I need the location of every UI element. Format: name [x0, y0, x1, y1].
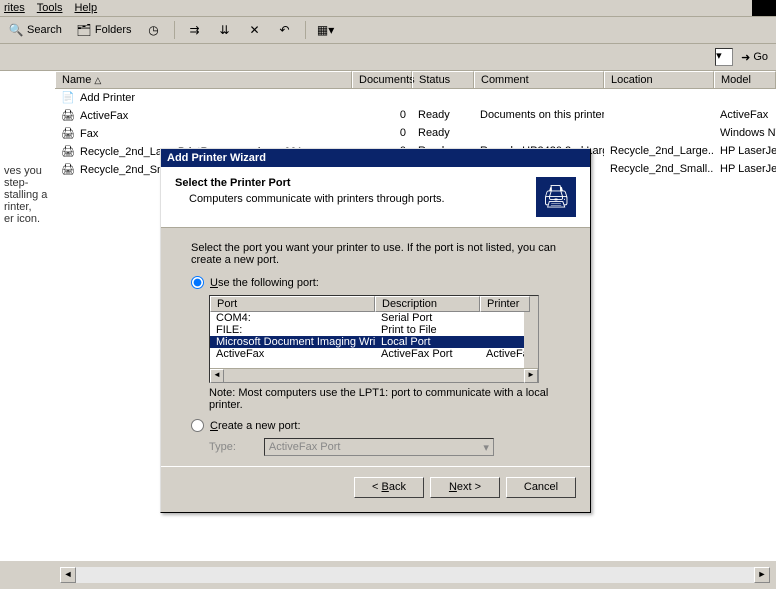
- list-item[interactable]: 🖨Fax0ReadyWindows NT: [55, 125, 776, 143]
- type-label: Type:: [209, 441, 236, 453]
- port-note: Note: Most computers use the LPT1: port …: [209, 387, 560, 411]
- port-table-body[interactable]: COM4:Serial PortFILE:Print to FileMicros…: [210, 312, 538, 368]
- window-logo: [752, 0, 776, 16]
- radio-create-port-label: Create a new port:: [210, 420, 301, 432]
- add-printer-wizard-dialog: Add Printer Wizard Select the Printer Po…: [160, 148, 591, 513]
- printer-icon: 🖨: [61, 145, 77, 159]
- printer-icon: 🖨: [61, 109, 77, 123]
- help-text: stalling a: [4, 189, 51, 201]
- copyto-button[interactable]: ⇊: [213, 20, 237, 40]
- port-row[interactable]: ActiveFaxActiveFax PortActiveFa: [210, 348, 538, 360]
- scroll-left-icon[interactable]: ◄: [210, 369, 224, 383]
- moveto-icon: ⇉: [187, 22, 203, 38]
- port-hscroll[interactable]: ◄ ►: [210, 368, 538, 382]
- menu-bar: rites Tools Help: [0, 0, 776, 17]
- col-status[interactable]: Status: [412, 71, 474, 88]
- separator: [174, 21, 175, 39]
- col-comment[interactable]: Comment: [474, 71, 604, 88]
- radio-use-port-label: Use the following port:: [210, 277, 319, 289]
- cancel-button[interactable]: Cancel: [506, 477, 576, 498]
- port-row[interactable]: Microsoft Document Imaging Writer ...Loc…: [210, 336, 538, 348]
- dialog-body: Select the port you want your printer to…: [161, 228, 590, 466]
- left-panel: ves you step- stalling a rinter, er icon…: [0, 71, 55, 561]
- history-icon: ◷: [146, 22, 162, 38]
- next-button[interactable]: Next >: [430, 477, 500, 498]
- printer-icon: 🖨: [61, 163, 77, 177]
- list-item[interactable]: 📄Add Printer: [55, 89, 776, 107]
- separator: [305, 21, 306, 39]
- menu-favorites[interactable]: rites: [4, 2, 25, 14]
- radio-use-port-input[interactable]: [191, 276, 204, 289]
- back-button[interactable]: < Back: [354, 477, 424, 498]
- port-col-description[interactable]: Description: [375, 296, 480, 312]
- dialog-footer: < Back Next > Cancel: [161, 466, 590, 512]
- address-bar: ▾ ➜ Go: [0, 44, 776, 71]
- radio-create-port[interactable]: Create a new port:: [191, 419, 560, 432]
- type-value: ActiveFax Port: [269, 441, 341, 453]
- dialog-title-bar[interactable]: Add Printer Wizard: [161, 149, 590, 167]
- dialog-subheading: Computers communicate with printers thro…: [189, 193, 445, 205]
- undo-icon: ↶: [277, 22, 293, 38]
- search-label: Search: [27, 24, 62, 36]
- delete-button[interactable]: ✕: [243, 20, 267, 40]
- dialog-heading: Select the Printer Port: [175, 177, 445, 189]
- port-col-port[interactable]: Port: [210, 296, 375, 312]
- help-text: er icon.: [4, 213, 51, 225]
- folders-label: Folders: [95, 24, 132, 36]
- port-table: Port Description Printer COM4:Serial Por…: [209, 295, 539, 383]
- help-text: rinter,: [4, 201, 51, 213]
- port-row[interactable]: COM4:Serial Port: [210, 312, 538, 324]
- help-text: ves you step-: [4, 165, 51, 189]
- col-documents[interactable]: Documents: [352, 71, 412, 88]
- port-row[interactable]: FILE:Print to File: [210, 324, 538, 336]
- dropdown-icon: ▾: [483, 441, 489, 454]
- undo-button[interactable]: ↶: [273, 20, 297, 40]
- list-header: Name △ Documents Status Comment Location…: [55, 71, 776, 89]
- col-model[interactable]: Model: [714, 71, 776, 88]
- horizontal-scrollbar[interactable]: ◄ ►: [60, 567, 770, 583]
- radio-use-port[interactable]: Use the following port:: [191, 276, 560, 289]
- port-type-select: ActiveFax Port ▾: [264, 438, 494, 456]
- menu-tools[interactable]: Tools: [37, 2, 63, 14]
- search-button[interactable]: 🔍 Search: [4, 20, 66, 40]
- scroll-track[interactable]: [76, 567, 754, 583]
- port-type-row: Type: ActiveFax Port ▾: [209, 438, 560, 456]
- printer-icon: 📄: [61, 91, 77, 105]
- dialog-header: Select the Printer Port Computers commun…: [161, 167, 590, 228]
- port-col-printer[interactable]: Printer: [480, 296, 530, 312]
- port-vscroll[interactable]: [524, 312, 538, 368]
- dialog-instruction: Select the port you want your printer to…: [191, 242, 560, 266]
- list-item[interactable]: 🖨ActiveFax0ReadyDocuments on this printe…: [55, 107, 776, 125]
- col-name[interactable]: Name △: [55, 71, 352, 88]
- views-button[interactable]: ▦▾: [314, 20, 338, 40]
- copyto-icon: ⇊: [217, 22, 233, 38]
- moveto-button[interactable]: ⇉: [183, 20, 207, 40]
- folders-icon: 🗂: [76, 22, 92, 38]
- port-table-header: Port Description Printer: [210, 296, 538, 312]
- views-icon: ▦▾: [318, 22, 334, 38]
- col-location[interactable]: Location: [604, 71, 714, 88]
- menu-help[interactable]: Help: [74, 2, 97, 14]
- go-label: Go: [753, 51, 768, 63]
- history-button[interactable]: ◷: [142, 20, 166, 40]
- printer-icon: 🖨: [61, 127, 77, 141]
- folders-button[interactable]: 🗂 Folders: [72, 20, 136, 40]
- go-icon: ➜: [741, 51, 750, 64]
- delete-icon: ✕: [247, 22, 263, 38]
- address-dropdown[interactable]: ▾: [715, 48, 733, 66]
- scroll-left-icon[interactable]: ◄: [60, 567, 76, 583]
- scroll-right-icon[interactable]: ►: [754, 567, 770, 583]
- search-icon: 🔍: [8, 22, 24, 38]
- scroll-right-icon[interactable]: ►: [524, 369, 538, 383]
- go-button[interactable]: ➜ Go: [737, 50, 772, 65]
- radio-create-port-input[interactable]: [191, 419, 204, 432]
- toolbar: 🔍 Search 🗂 Folders ◷ ⇉ ⇊ ✕ ↶ ▦▾: [0, 17, 776, 44]
- printer-icon: 🖨: [536, 177, 576, 217]
